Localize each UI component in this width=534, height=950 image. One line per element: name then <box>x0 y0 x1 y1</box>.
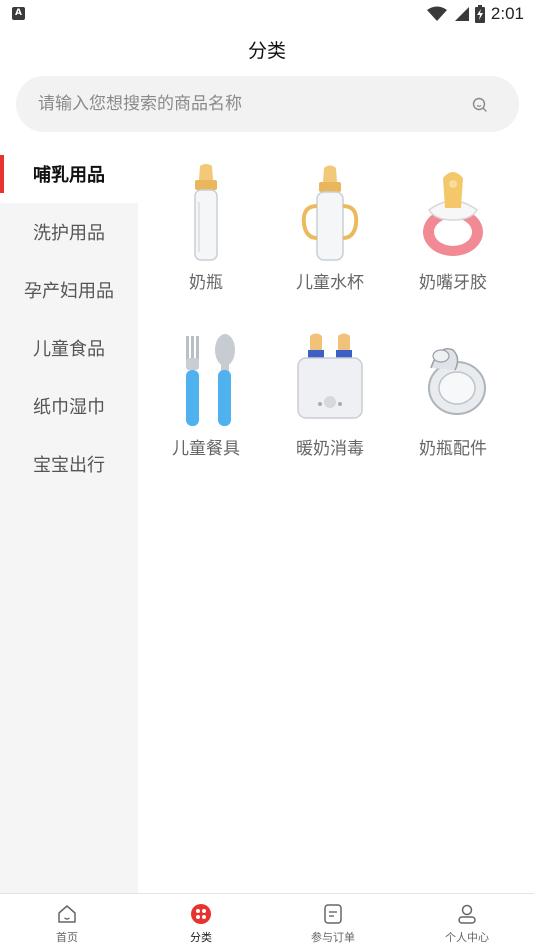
notification-a-icon: A <box>12 7 25 20</box>
search-input[interactable] <box>38 76 438 132</box>
nav-label: 首页 <box>56 931 78 944</box>
status-icons: 2:01 <box>426 2 524 26</box>
category-icon <box>191 904 211 924</box>
sidebar-item-feeding[interactable]: 哺乳用品 <box>0 145 138 203</box>
bottom-nav: 首页 分类 参与订单 个人中心 <box>0 893 534 950</box>
sidebar-item-maternity[interactable]: 孕产妇用品 <box>0 261 138 319</box>
product-label: 儿童餐具 <box>172 439 240 459</box>
nav-label: 分类 <box>190 931 212 944</box>
product-label: 儿童水杯 <box>296 273 364 293</box>
sippy-cup-icon <box>301 165 359 261</box>
battery-icon <box>474 5 485 23</box>
wifi-icon <box>426 6 447 21</box>
pacifier-icon <box>423 172 483 256</box>
status-bar: A 2:01 <box>0 0 534 28</box>
cell-signal-icon <box>454 7 469 21</box>
page-title: 分类 <box>247 40 286 62</box>
nav-profile[interactable]: 个人中心 <box>400 894 534 950</box>
nav-category[interactable]: 分类 <box>134 894 268 950</box>
sidebar-item-washcare[interactable]: 洗护用品 <box>0 203 138 261</box>
search-icon[interactable] <box>471 96 489 114</box>
clock: 2:01 <box>490 4 524 23</box>
nav-orders[interactable]: 参与订单 <box>266 894 400 950</box>
nipple-icon <box>428 348 486 415</box>
product-item-cutlery[interactable]: 儿童餐具 <box>144 328 268 478</box>
order-icon <box>324 904 342 924</box>
product-label: 暖奶消毒 <box>296 439 364 459</box>
category-sidebar: 哺乳用品 洗护用品 孕产妇用品 儿童食品 纸巾湿巾 宝宝出行 <box>0 145 138 893</box>
product-label: 奶嘴牙胶 <box>419 273 487 293</box>
nav-label: 参与订单 <box>311 931 355 944</box>
product-label: 奶瓶 <box>189 273 223 293</box>
bottle-warmer-icon <box>297 333 363 419</box>
search-bar[interactable] <box>16 76 519 132</box>
nav-home[interactable]: 首页 <box>0 894 134 950</box>
product-item-pacifier[interactable]: 奶嘴牙胶 <box>391 162 515 312</box>
product-item-warmer[interactable]: 暖奶消毒 <box>268 328 392 478</box>
sidebar-item-travel[interactable]: 宝宝出行 <box>0 435 138 493</box>
sidebar-item-kids-food[interactable]: 儿童食品 <box>0 319 138 377</box>
sidebar-item-tissues[interactable]: 纸巾湿巾 <box>0 377 138 435</box>
user-icon <box>458 904 476 924</box>
product-item-accessories[interactable]: 奶瓶配件 <box>391 328 515 478</box>
product-item-bottle[interactable]: 奶瓶 <box>144 162 268 312</box>
product-item-sippy-cup[interactable]: 儿童水杯 <box>268 162 392 312</box>
kids-cutlery-icon <box>186 334 235 426</box>
product-label: 奶瓶配件 <box>419 439 487 459</box>
nav-label: 个人中心 <box>445 931 489 944</box>
home-icon <box>58 905 76 923</box>
baby-bottle-icon <box>194 164 218 261</box>
